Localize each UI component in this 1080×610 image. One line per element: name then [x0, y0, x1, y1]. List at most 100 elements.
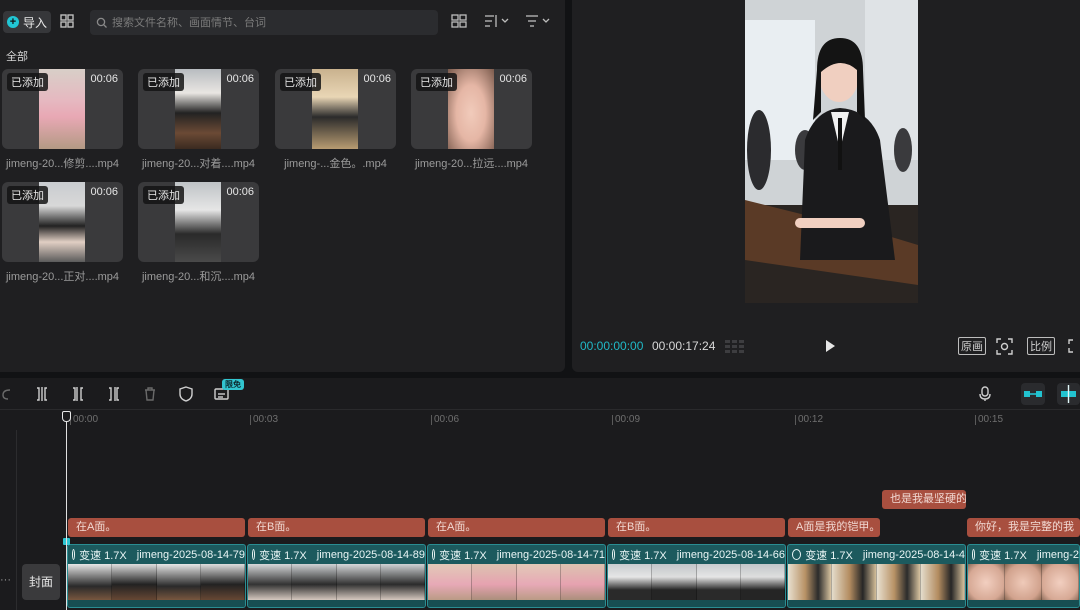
- video-clip[interactable]: 变速 1.7X jimeng-2025-08-14-4: [787, 544, 966, 608]
- playhead-line[interactable]: [66, 414, 67, 610]
- import-label: 导入: [23, 15, 48, 30]
- media-thumbnail[interactable]: 已添加 00:06: [275, 69, 396, 149]
- clip-name: jimeng-2025-08-14-89: [316, 548, 425, 561]
- clip-speed: 变速 1.7X: [439, 549, 487, 562]
- speed-icon: [972, 549, 976, 560]
- video-frame-image: [745, 0, 918, 303]
- speed-icon: [792, 549, 802, 560]
- media-item[interactable]: 已添加 00:06 jimeng-20...正对....mp4: [2, 182, 123, 284]
- media-thumbnail[interactable]: 已添加 00:06: [2, 182, 123, 262]
- file-name: jimeng-...金色。.mp4: [284, 158, 387, 170]
- snap-toggle-button[interactable]: [1057, 383, 1080, 405]
- link-toggle-button[interactable]: [1021, 383, 1045, 405]
- clip-speed: 变速 1.7X: [805, 549, 853, 562]
- original-quality-button[interactable]: 原画: [958, 337, 986, 355]
- import-button[interactable]: + 导入: [3, 11, 51, 33]
- added-badge: 已添加: [143, 186, 184, 204]
- fullscreen-icon[interactable]: [1068, 339, 1080, 353]
- shield-icon[interactable]: [178, 386, 194, 402]
- ruler-tick: 00:12: [794, 414, 824, 425]
- file-name: jimeng-20...对着....mp4: [141, 158, 256, 170]
- trim-left-icon[interactable]: [70, 386, 86, 402]
- player-panel: 00:00:00:00 00:00:17:24 原画 比例: [572, 0, 1080, 372]
- split-icon[interactable]: [34, 386, 50, 402]
- clip-frames: [428, 564, 605, 601]
- video-clip[interactable]: 变速 1.7X jimeng-2025-08-14-66: [607, 544, 786, 608]
- subtitle-clip[interactable]: A面是我的铠甲。: [788, 518, 880, 537]
- ruler-tick: 00:00: [69, 414, 99, 425]
- magnet-icon: [1061, 385, 1076, 403]
- screenshot-icon[interactable]: [996, 338, 1013, 355]
- aspect-ratio-button[interactable]: 比例: [1027, 337, 1055, 355]
- video-clip[interactable]: 变速 1.7X jimeng-2025-08-14-71: [427, 544, 606, 608]
- subtitle-clip[interactable]: 也是我最坚硬的骨: [882, 490, 966, 509]
- added-badge: 已添加: [7, 73, 48, 91]
- video-clip[interactable]: 变速 1.7X jimeng-2: [967, 544, 1080, 608]
- clip-speed: 变速 1.7X: [79, 549, 127, 562]
- video-preview[interactable]: [745, 0, 918, 303]
- duration-label: 00:06: [226, 73, 254, 85]
- filter-icon[interactable]: [525, 13, 551, 29]
- timeline-panel: 限免 00:00 00:03 00:06 00:09 00:12 00:15 也…: [0, 378, 1080, 610]
- sort-icon[interactable]: [484, 13, 510, 29]
- media-item[interactable]: 已添加 00:06 jimeng-20...修剪....mp4: [2, 69, 123, 171]
- media-thumbnail[interactable]: 已添加 00:06: [138, 69, 259, 149]
- media-item[interactable]: 已添加 00:06 jimeng-20...拉远....mp4: [411, 69, 532, 171]
- added-badge: 已添加: [7, 186, 48, 204]
- clip-name: jimeng-2025-08-14-66: [676, 548, 785, 561]
- speed-icon: [612, 549, 616, 560]
- ruler-tick: 00:03: [249, 414, 279, 425]
- free-badge: 限免: [222, 379, 244, 390]
- search-input[interactable]: [112, 16, 432, 29]
- grid-view-icon[interactable]: [58, 12, 76, 30]
- clip-frames: [248, 564, 425, 601]
- file-name: jimeng-20...修剪....mp4: [5, 158, 120, 170]
- microphone-icon[interactable]: [977, 386, 993, 402]
- current-time: 00:00:00:00: [580, 339, 644, 353]
- clip-frames: [608, 564, 785, 601]
- media-thumbnail[interactable]: 已添加 00:06: [2, 69, 123, 149]
- video-clip[interactable]: 变速 1.7X jimeng-2025-08-14-89: [247, 544, 426, 608]
- speed-icon: [432, 549, 436, 560]
- playhead-handle[interactable]: [62, 411, 71, 422]
- media-item[interactable]: 已添加 00:06 jimeng-20...和沉....mp4: [138, 182, 259, 284]
- search-icon: [96, 17, 107, 28]
- track-header-divider: [16, 430, 17, 610]
- redo-icon[interactable]: [0, 386, 16, 402]
- total-time: 00:00:17:24: [652, 339, 716, 353]
- subtitle-clip[interactable]: 在B面。: [248, 518, 425, 537]
- file-name: jimeng-20...正对....mp4: [5, 271, 120, 283]
- layout-icon[interactable]: [451, 13, 467, 29]
- clip-speed: 变速 1.7X: [979, 549, 1027, 562]
- duration-label: 00:06: [499, 73, 527, 85]
- ruler-tick: 00:09: [611, 414, 641, 425]
- subtitle-clip[interactable]: 在A面。: [68, 518, 245, 537]
- clip-frames: [788, 564, 965, 601]
- delete-icon[interactable]: [142, 386, 158, 402]
- media-thumbnail[interactable]: 已添加 00:06: [138, 182, 259, 262]
- subtitle-clip[interactable]: 你好，我是完整的我: [967, 518, 1080, 537]
- search-box[interactable]: [90, 10, 438, 35]
- video-clip[interactable]: 变速 1.7X jimeng-2025-08-14-79: [67, 544, 246, 608]
- duration-label: 00:06: [90, 73, 118, 85]
- added-badge: 已添加: [280, 73, 321, 91]
- subtitle-clip[interactable]: 在B面。: [608, 518, 785, 537]
- section-label-all: 全部: [6, 51, 28, 63]
- media-panel: + 导入 全部 已添加 0: [0, 0, 565, 372]
- trim-right-icon[interactable]: [106, 386, 122, 402]
- subtitle-clip[interactable]: 在A面。: [428, 518, 605, 537]
- grid-toggle-icon[interactable]: [724, 339, 746, 353]
- ruler-tick: 00:15: [974, 414, 1004, 425]
- media-item[interactable]: 已添加 00:06 jimeng-...金色。.mp4: [275, 69, 396, 171]
- time-ruler[interactable]: 00:00 00:03 00:06 00:09 00:12 00:15: [67, 411, 1080, 429]
- media-thumbnail[interactable]: 已添加 00:06: [411, 69, 532, 149]
- play-icon[interactable]: [823, 339, 837, 353]
- ruler-tick: 00:06: [430, 414, 460, 425]
- duration-label: 00:06: [226, 186, 254, 198]
- more-icon[interactable]: ···: [0, 574, 11, 586]
- cover-button[interactable]: 封面: [22, 564, 60, 600]
- added-badge: 已添加: [416, 73, 457, 91]
- media-item[interactable]: 已添加 00:06 jimeng-20...对着....mp4: [138, 69, 259, 171]
- plus-icon: +: [7, 16, 19, 28]
- added-badge: 已添加: [143, 73, 184, 91]
